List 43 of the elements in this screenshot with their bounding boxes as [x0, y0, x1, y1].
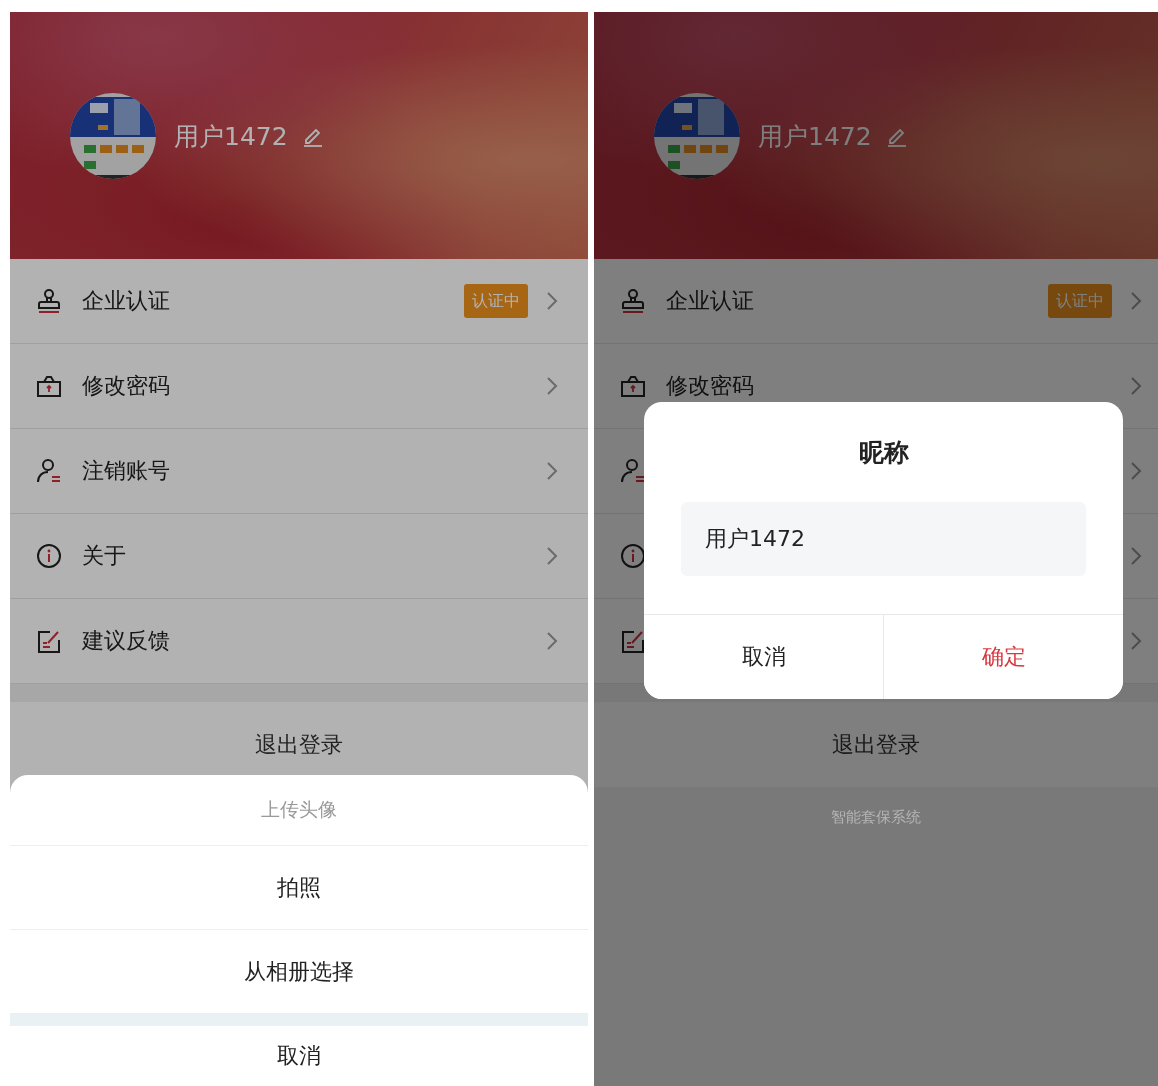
briefcase-icon — [36, 373, 62, 399]
username: 用户1472 — [758, 120, 872, 153]
info-icon — [620, 543, 646, 569]
chevron-icon — [1130, 546, 1142, 566]
menu-item[interactable]: 企业认证 认证中 — [10, 259, 588, 344]
chevron-icon — [546, 291, 558, 311]
user-icon — [36, 458, 62, 484]
chevron-icon — [546, 376, 558, 396]
chevron-icon — [1130, 461, 1142, 481]
chevron-icon — [1130, 631, 1142, 651]
sheet-title: 上传头像 — [261, 797, 337, 822]
chevron-icon — [1130, 376, 1142, 396]
status-badge: 认证中 — [1048, 284, 1112, 318]
stamp-icon — [620, 288, 646, 314]
feedback-icon — [36, 628, 62, 654]
menu-label: 企业认证 — [666, 287, 755, 315]
feedback-icon — [620, 628, 646, 654]
menu-item[interactable]: 企业认证 认证中 — [594, 259, 1158, 344]
menu-label: 关于 — [82, 542, 127, 570]
menu-label: 注销账号 — [82, 457, 171, 485]
chevron-icon — [1130, 291, 1142, 311]
nickname-field[interactable]: 用户1472 — [681, 502, 1086, 576]
status-badge: 认证中 — [464, 284, 528, 318]
chevron-icon — [546, 631, 558, 651]
menu-item[interactable]: 建议反馈 — [10, 599, 588, 684]
confirm-button[interactable]: 确定 — [883, 615, 1123, 699]
username: 用户1472 — [174, 120, 288, 153]
info-icon — [36, 543, 62, 569]
chevron-icon — [546, 461, 558, 481]
logout-button[interactable]: 退出登录 — [594, 702, 1158, 787]
briefcase-icon — [620, 373, 646, 399]
menu-label: 修改密码 — [666, 372, 755, 400]
menu-item[interactable]: 注销账号 — [10, 429, 588, 514]
dialog-title: 昵称 — [858, 436, 909, 469]
menu-label: 建议反馈 — [82, 627, 171, 655]
app-name: 智能套保系统 — [831, 808, 921, 826]
menu-item[interactable]: 修改密码 — [10, 344, 588, 429]
chevron-icon — [546, 546, 558, 566]
user-icon — [620, 458, 646, 484]
menu-label: 企业认证 — [82, 287, 171, 315]
menu-label: 修改密码 — [82, 372, 171, 400]
stamp-icon — [36, 288, 62, 314]
menu-item[interactable]: 关于 — [10, 514, 588, 599]
